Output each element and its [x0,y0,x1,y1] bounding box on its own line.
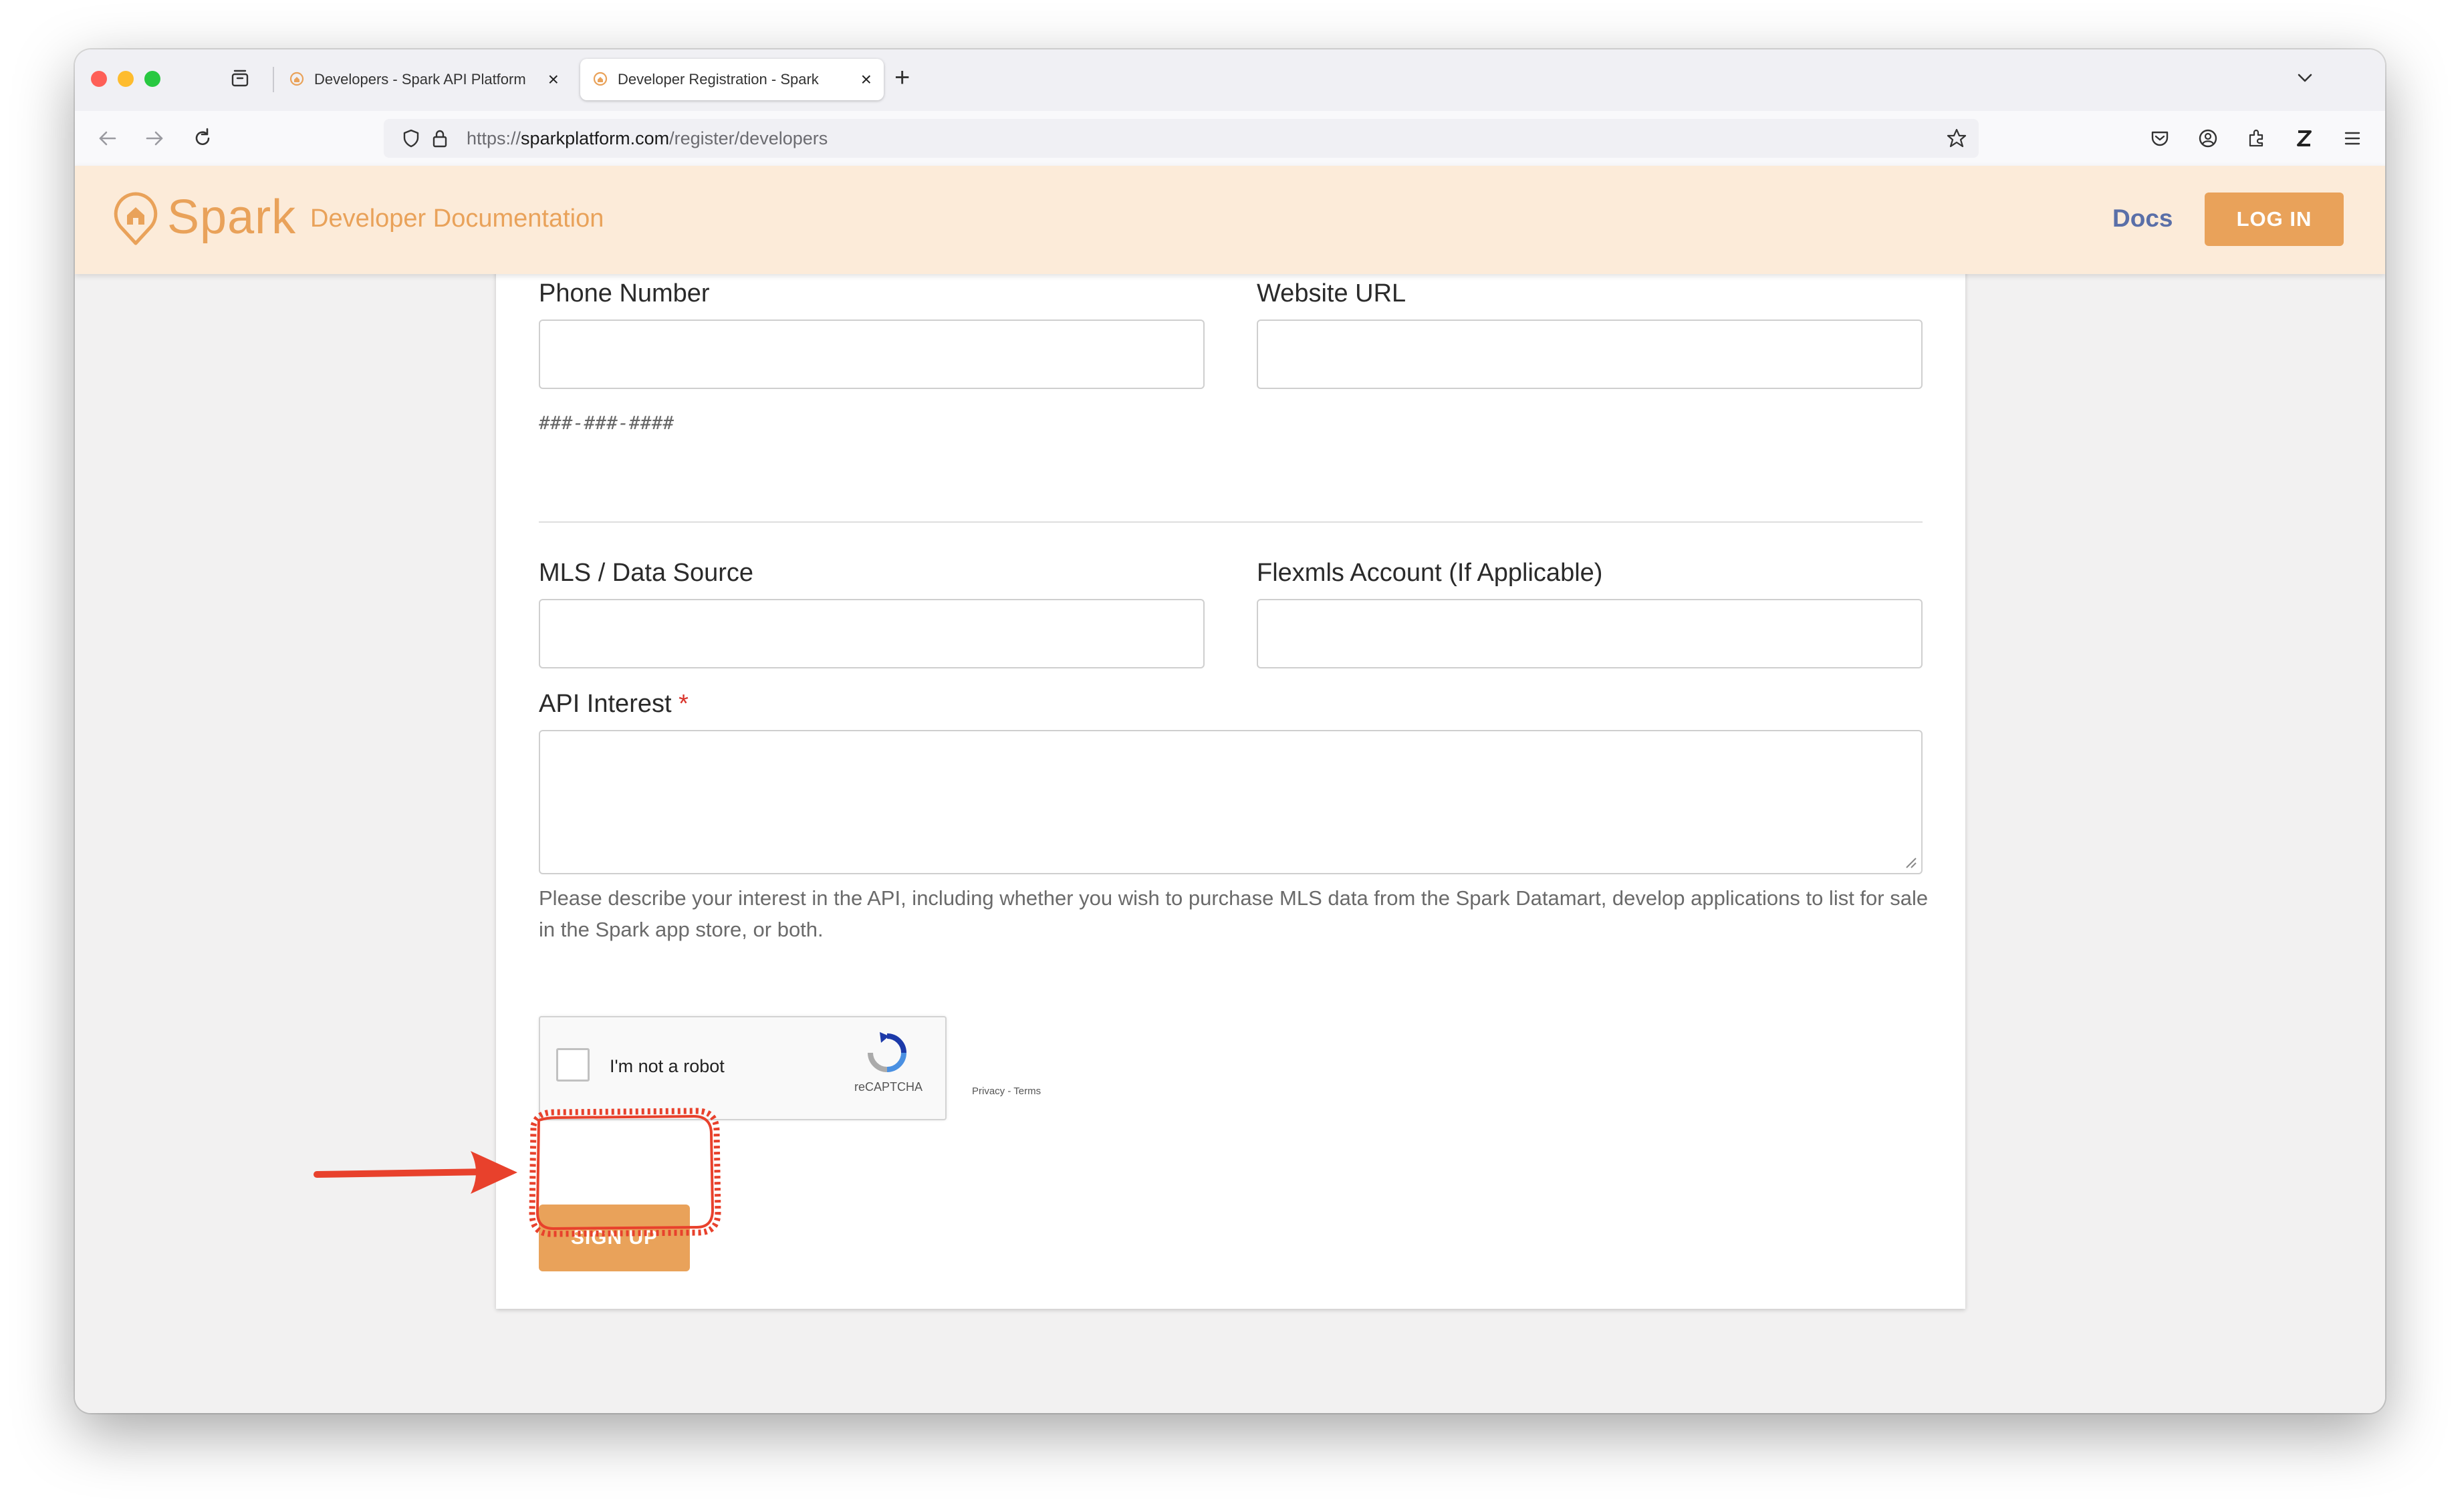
close-window-button[interactable] [91,71,107,87]
api-interest-label: API Interest * [539,690,689,719]
recaptcha-widget: I'm not a robot reCAPTCHA [539,1016,947,1120]
tab-list-icon[interactable] [230,68,250,88]
api-interest-label-text: API Interest [539,690,672,718]
tab-developer-registration[interactable]: Developer Registration - Spark × [580,59,884,100]
tab-strip: Developers - Spark API Platform × Develo… [75,49,2385,111]
plus-icon[interactable]: + [894,63,910,93]
extensions-icon[interactable] [2243,126,2269,151]
forward-icon[interactable] [142,126,167,151]
tab-title: Developers - Spark API Platform [314,71,526,88]
website-label: Website URL [1257,279,1406,307]
page-content: Phone Number ###-###-#### Website URL ML… [75,247,2385,1413]
zoom-window-button[interactable] [144,71,160,87]
tab-separator [273,67,274,92]
url-domain: sparkplatform.com [521,128,670,148]
recaptcha-checkbox[interactable] [556,1048,590,1082]
zotero-icon[interactable] [2292,126,2317,151]
recaptcha-brand: reCAPTCHA [854,1080,923,1094]
recaptcha-label: I'm not a robot [610,1056,725,1076]
registration-form: Phone Number ###-###-#### Website URL ML… [496,247,1965,1309]
recaptcha-terms-link[interactable]: Privacy - Terms [972,1086,1041,1097]
url-bar[interactable]: https://sparkplatform.com/register/devel… [384,119,1979,158]
required-marker: * [679,690,689,718]
url-path: /register/developers [669,128,828,148]
chevron-down-icon[interactable] [2294,67,2316,88]
url-scheme: https:// [467,128,521,148]
login-button[interactable]: LOG IN [2205,193,2344,246]
flexmls-input[interactable] [1257,599,1923,668]
tab-developers[interactable]: Developers - Spark API Platform × [277,59,571,100]
api-interest-textarea[interactable] [539,730,1923,874]
site-header: Spark Developer Documentation Docs LOG I… [75,166,2385,274]
phone-input[interactable] [539,320,1205,389]
spark-logo-icon[interactable] [112,191,159,246]
resize-handle-icon[interactable] [1902,854,1917,869]
tab-title: Developer Registration - Spark [618,71,819,88]
account-icon[interactable] [2195,126,2221,151]
flexmls-label: Flexmls Account (If Applicable) [1257,559,1603,587]
phone-label: Phone Number [539,279,710,307]
url-text[interactable]: https://sparkplatform.com/register/devel… [467,128,828,149]
close-icon[interactable]: × [548,69,559,90]
reload-icon[interactable] [190,126,215,151]
pocket-icon[interactable] [2147,126,2173,151]
spark-favicon [289,72,304,86]
section-divider [539,521,1923,523]
website-input[interactable] [1257,320,1923,389]
lock-icon[interactable] [430,128,449,148]
minimize-window-button[interactable] [118,71,134,87]
shield-icon[interactable] [401,128,421,148]
docs-link[interactable]: Docs [2112,205,2173,233]
brand-name[interactable]: Spark [167,190,296,245]
navigation-bar: https://sparkplatform.com/register/devel… [75,111,2385,167]
api-interest-help: Please describe your interest in the API… [539,886,1929,941]
brand-subtitle[interactable]: Developer Documentation [310,205,604,233]
mls-label: MLS / Data Source [539,559,754,587]
recaptcha-icon [868,1032,906,1072]
menu-icon[interactable] [2340,126,2365,151]
browser-window: Developers - Spark API Platform × Develo… [75,49,2385,1413]
signup-button[interactable]: SIGN UP [539,1205,690,1271]
star-icon[interactable] [1945,127,1968,150]
spark-favicon [593,72,608,86]
close-icon[interactable]: × [861,69,872,90]
phone-format-hint: ###-###-#### [539,412,674,434]
back-icon[interactable] [95,126,120,151]
mls-input[interactable] [539,599,1205,668]
